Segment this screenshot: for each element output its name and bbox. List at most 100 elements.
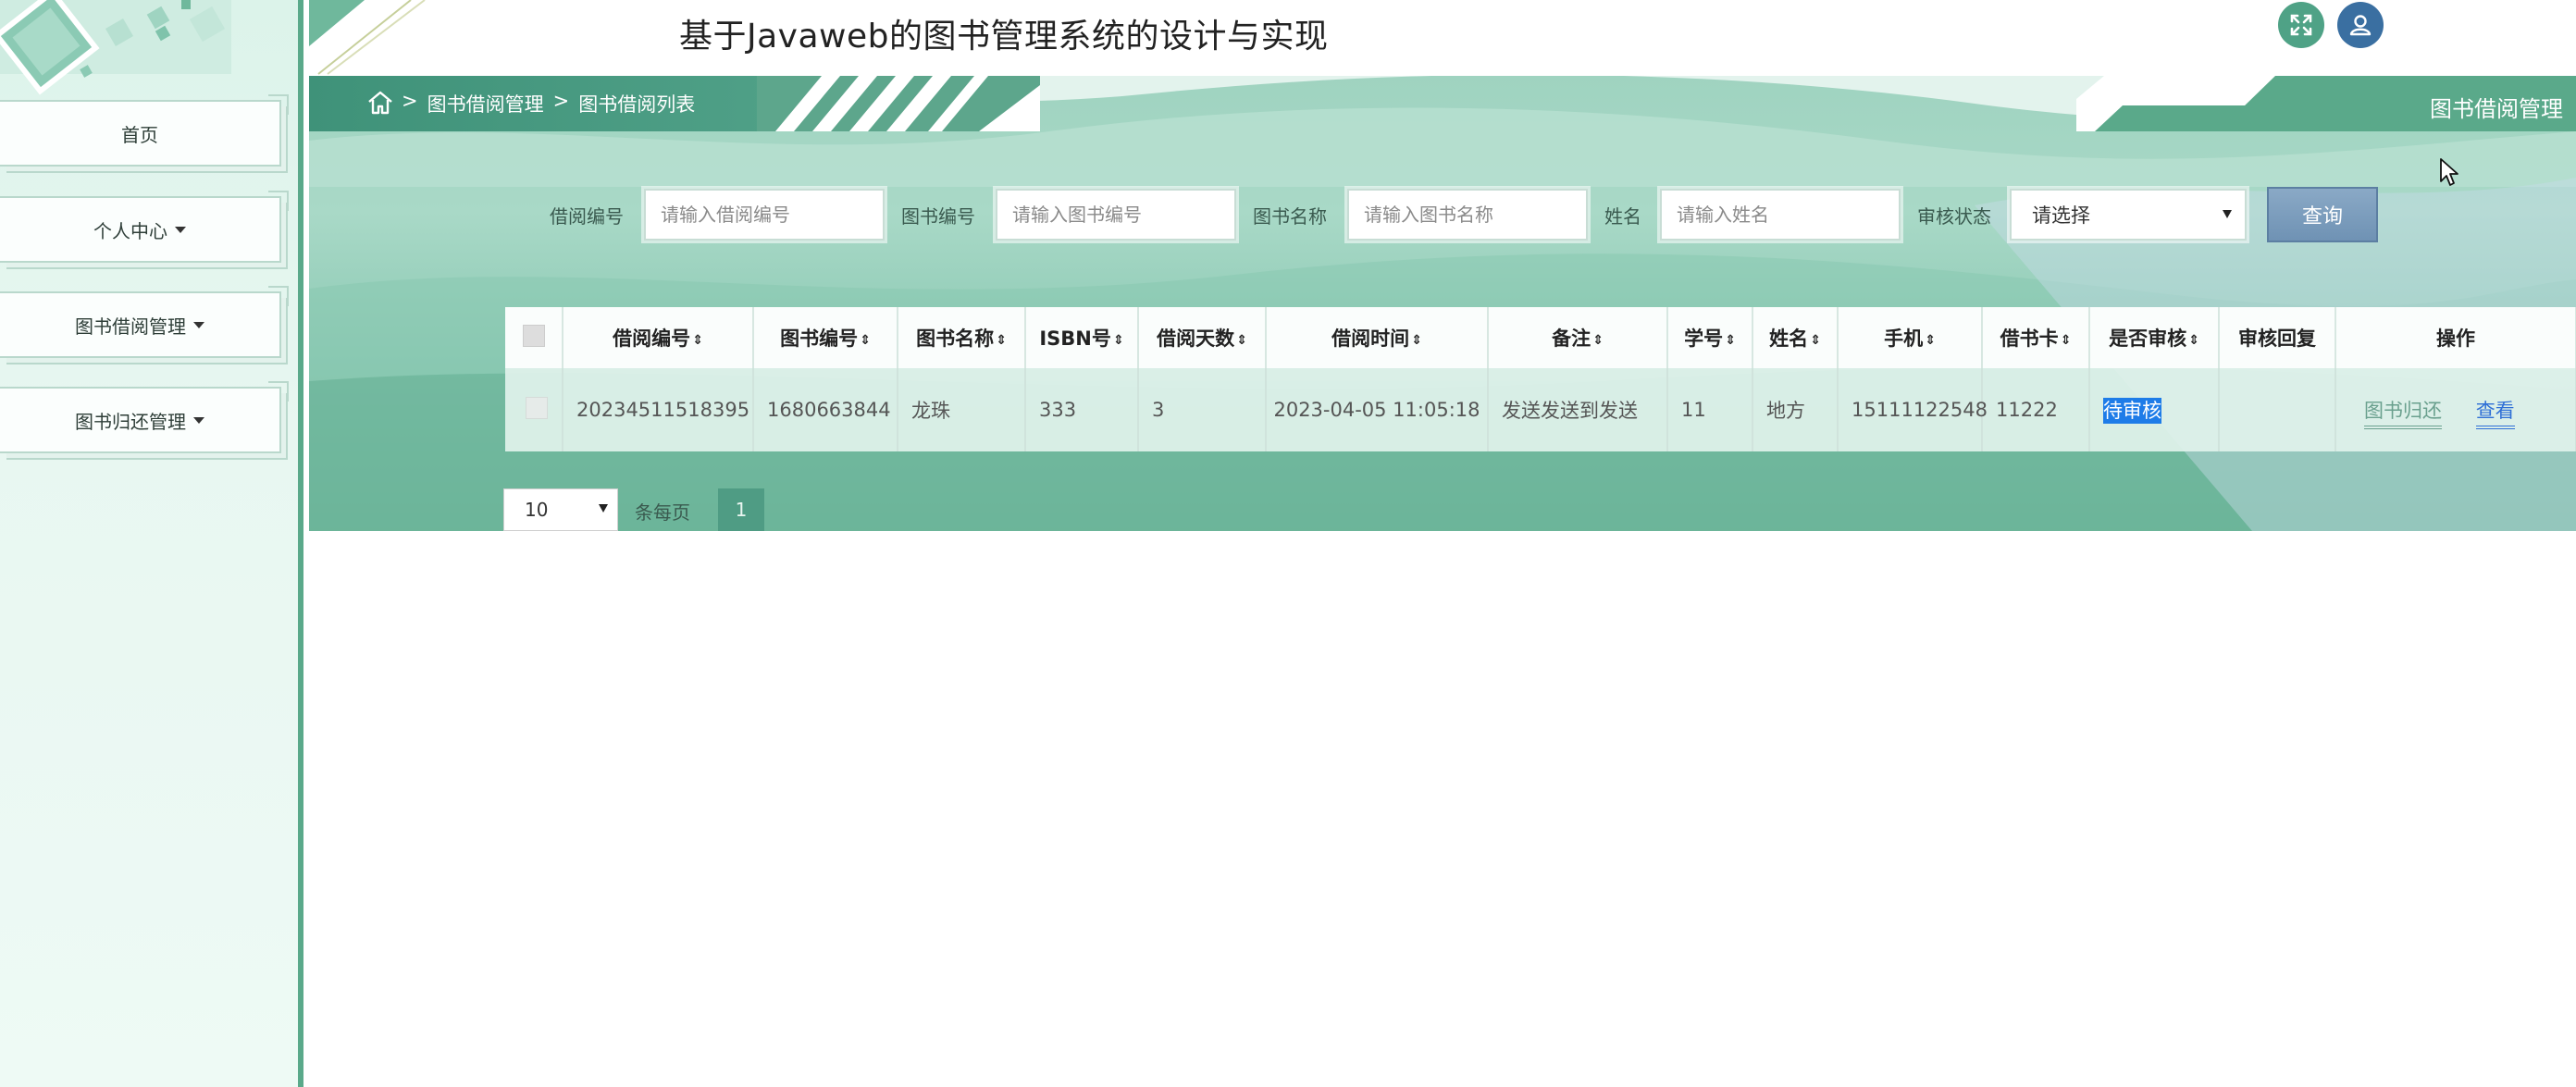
page-title: 基于Javaweb的图书管理系统的设计与实现	[679, 18, 1329, 56]
column-header-label: 手机	[1884, 327, 1924, 350]
column-header[interactable]: 借阅编号 ⇕	[563, 307, 754, 368]
sort-icon: ⇕	[1725, 333, 1736, 348]
home-icon[interactable]	[366, 89, 394, 117]
column-header-label: 姓名	[1769, 327, 1809, 350]
row-checkbox[interactable]	[526, 396, 548, 419]
column-header: 审核回复	[2219, 307, 2336, 368]
column-header[interactable]: 借书卡 ⇕	[1982, 307, 2090, 368]
column-header[interactable]: 学号 ⇕	[1667, 307, 1753, 368]
cell-book-name: 龙珠	[898, 368, 1026, 451]
breadcrumb-separator: >	[402, 90, 418, 112]
column-header[interactable]: 借阅时间 ⇕	[1266, 307, 1489, 368]
breadcrumb-stripes-decoration	[757, 76, 1040, 131]
column-header[interactable]: 备注 ⇕	[1488, 307, 1668, 368]
return-book-link[interactable]: 图书归还	[2364, 400, 2442, 429]
sidebar-item-home[interactable]: 首页	[0, 94, 289, 167]
select-all-checkbox[interactable]	[522, 324, 545, 347]
page-number-button[interactable]: 1	[718, 488, 764, 531]
search-label-borrow-no: 借阅编号	[550, 205, 624, 228]
dropdown-arrow-icon	[599, 504, 608, 513]
cell-audit-reply	[2219, 368, 2336, 451]
sort-icon: ⇕	[996, 333, 1007, 348]
search-button[interactable]: 查询	[2267, 187, 2378, 242]
audit-status-text: 待审核	[2103, 398, 2161, 424]
table-row[interactable]: 20234511518395 1680663844 龙珠 333 3 2023-…	[505, 368, 2576, 451]
column-header-label: ISBN号	[1039, 327, 1111, 350]
fullscreen-icon	[2290, 14, 2312, 36]
breadcrumb-item[interactable]: 图书借阅管理	[427, 90, 544, 117]
column-header-label: 图书名称	[916, 327, 995, 350]
column-header[interactable]: ISBN号 ⇕	[1025, 307, 1139, 368]
cell-isbn: 333	[1025, 368, 1139, 451]
content-banner	[309, 76, 2576, 531]
cell-library-card: 11222	[1982, 368, 2090, 451]
menu-corner-decoration	[268, 381, 289, 401]
column-header-label: 借阅时间	[1331, 327, 1410, 350]
cell-borrow-days: 3	[1138, 368, 1267, 451]
cell-borrow-time: 2023-04-05 11:05:18	[1266, 368, 1489, 451]
caret-down-icon	[193, 416, 204, 424]
column-header[interactable]: 图书名称 ⇕	[898, 307, 1026, 368]
sidebar-item-personal-center[interactable]: 个人中心	[0, 191, 289, 263]
cell-borrow-no: 20234511518395	[563, 368, 754, 451]
page-size-label: 条每页	[635, 501, 690, 524]
column-header-label: 图书编号	[780, 327, 859, 350]
view-link[interactable]: 查看	[2475, 400, 2515, 429]
search-input-book-name[interactable]	[1347, 189, 1588, 241]
sort-icon: ⇕	[692, 333, 703, 348]
mouse-cursor-icon	[2440, 158, 2458, 186]
select-all-checkbox-cell	[505, 307, 564, 368]
column-header-label: 借阅编号	[613, 327, 691, 350]
cell-name: 地方	[1752, 368, 1839, 451]
user-icon	[2349, 15, 2372, 36]
sidebar: 首页 个人中心 图书借阅管理 图书归还管理	[0, 0, 303, 1087]
cell-remark: 发送发送到发送	[1488, 368, 1668, 451]
page-size-value: 10	[525, 499, 549, 521]
column-header[interactable]: 是否审核 ⇕	[2089, 307, 2220, 368]
column-header[interactable]: 借阅天数 ⇕	[1138, 307, 1267, 368]
cell-phone: 15111122548	[1838, 368, 1988, 451]
search-label-book-name: 图书名称	[1253, 205, 1327, 228]
sort-icon: ⇕	[1592, 333, 1604, 348]
header-decoration	[309, 0, 426, 75]
page-size-select[interactable]: 10	[503, 488, 618, 531]
section-title-tab: 图书借阅管理	[2076, 76, 2576, 131]
sort-icon: ⇕	[2188, 333, 2199, 348]
sidebar-item-borrow-management[interactable]: 图书借阅管理	[0, 286, 289, 358]
column-header-label: 操作	[2436, 327, 2475, 350]
dropdown-arrow-icon	[2223, 210, 2232, 218]
search-label-book-no: 图书编号	[901, 205, 975, 228]
fullscreen-button[interactable]	[2278, 2, 2324, 48]
menu-corner-decoration	[268, 191, 289, 211]
menu-corner-decoration	[268, 286, 289, 306]
column-header-label: 备注	[1552, 327, 1591, 350]
sort-icon: ⇕	[860, 333, 871, 348]
sort-icon: ⇕	[1236, 333, 1247, 348]
column-header-label: 借书卡	[2000, 327, 2059, 350]
sort-icon: ⇕	[1810, 333, 1821, 348]
caret-down-icon	[175, 226, 186, 233]
column-header[interactable]: 姓名 ⇕	[1752, 307, 1839, 368]
user-button[interactable]	[2337, 2, 2384, 48]
sidebar-item-label: 个人中心	[93, 219, 167, 242]
column-header[interactable]: 图书编号 ⇕	[753, 307, 898, 368]
sidebar-item-label: 图书归还管理	[75, 410, 186, 433]
sort-icon: ⇕	[1411, 333, 1422, 348]
sidebar-item-label: 首页	[121, 123, 158, 146]
search-label-name: 姓名	[1604, 205, 1641, 228]
sort-icon: ⇕	[2060, 333, 2072, 348]
search-input-name[interactable]	[1660, 189, 1901, 241]
audit-status-select[interactable]: 请选择	[2010, 189, 2247, 241]
column-header[interactable]: 手机 ⇕	[1838, 307, 1983, 368]
search-label-audit-status: 审核状态	[1917, 205, 1991, 228]
audit-status-select-value: 请选择	[2032, 204, 2090, 227]
column-header-label: 审核回复	[2238, 327, 2316, 350]
caret-down-icon	[193, 321, 204, 328]
search-input-borrow-no[interactable]	[644, 189, 885, 241]
sort-icon: ⇕	[1112, 333, 1124, 348]
breadcrumb-item-current: 图书借阅列表	[578, 93, 696, 116]
cell-book-no: 1680663844	[753, 368, 898, 451]
sidebar-item-return-management[interactable]: 图书归还管理	[0, 381, 289, 453]
search-input-book-no[interactable]	[996, 189, 1236, 241]
column-header-label: 是否审核	[2109, 327, 2187, 350]
